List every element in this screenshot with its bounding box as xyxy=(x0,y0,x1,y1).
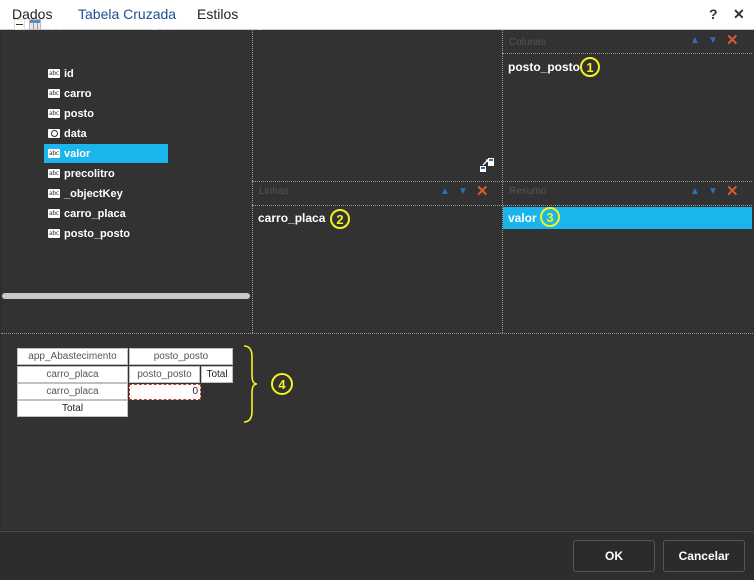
text-field-icon: abc xyxy=(48,89,60,98)
divider xyxy=(1,333,753,334)
preview-source-cell[interactable]: app_Abastecimento xyxy=(17,348,128,365)
text-field-icon: abc xyxy=(48,109,60,118)
move-down-icon[interactable]: ▼ xyxy=(458,187,468,197)
field-id[interactable]: abc id xyxy=(44,64,168,83)
tree-root-node[interactable]: app_Abastecimento [app.Abastecimento] xyxy=(14,17,261,31)
text-field-icon: abc xyxy=(48,189,60,198)
callout-badge: 2 xyxy=(330,209,350,229)
collapse-icon[interactable] xyxy=(14,18,25,30)
divider xyxy=(252,205,752,206)
text-field-icon: abc xyxy=(48,69,60,78)
summary-zone-toolbar: ▲ ▼ ✕ xyxy=(690,184,739,199)
summary-zone-title: Resumo xyxy=(509,186,547,197)
remove-icon[interactable]: ✕ xyxy=(726,184,739,199)
field-posto[interactable]: abc posto xyxy=(44,104,168,123)
move-down-icon[interactable]: ▼ xyxy=(708,36,718,46)
field-label: _objectKey xyxy=(64,187,123,200)
preview-column-header-cell[interactable]: posto_posto xyxy=(129,348,233,365)
field-label: data xyxy=(64,127,87,140)
swap-icon[interactable] xyxy=(479,157,495,173)
field-precolitro[interactable]: abc precolitro xyxy=(44,164,168,183)
move-up-icon[interactable]: ▲ xyxy=(690,36,700,46)
field-label: posto xyxy=(64,107,94,120)
text-field-icon: abc xyxy=(48,149,60,158)
preview-row-header-cell[interactable]: carro_placa xyxy=(17,366,128,383)
zone-item-label: valor xyxy=(508,211,537,225)
divider xyxy=(252,181,752,182)
date-field-icon xyxy=(48,129,60,138)
rows-zone-title: Linhas xyxy=(259,186,289,197)
field-label: carro_placa xyxy=(64,207,126,220)
preview-row-total-cell[interactable]: Total xyxy=(17,400,128,417)
columns-zone-title: Colunas xyxy=(509,37,546,48)
preview-column-value-cell[interactable]: posto_posto xyxy=(129,366,200,383)
preview-row-value-cell[interactable]: carro_placa xyxy=(17,383,128,400)
field-carro[interactable]: abc carro xyxy=(44,84,168,103)
rows-zone-toolbar: ▲ ▼ ✕ xyxy=(440,184,489,199)
move-up-icon[interactable]: ▲ xyxy=(440,187,450,197)
remove-icon[interactable]: ✕ xyxy=(726,33,739,48)
tree-scrollbar[interactable] xyxy=(2,293,250,299)
callout-badge: 3 xyxy=(540,207,560,227)
field-carro-placa[interactable]: abc carro_placa xyxy=(44,204,168,223)
move-up-icon[interactable]: ▲ xyxy=(690,187,700,197)
table-icon xyxy=(29,18,41,30)
preview-data-cell[interactable]: 0 xyxy=(129,384,201,400)
callout-badge: 4 xyxy=(271,373,293,395)
zone-item-label: carro_placa xyxy=(258,211,326,225)
tree-root-label: app_Abastecimento [app.Abastecimento] xyxy=(45,18,262,30)
field-label: posto_posto xyxy=(64,227,130,240)
columns-zone-toolbar: ▲ ▼ ✕ xyxy=(690,33,739,48)
help-button[interactable]: ? xyxy=(709,6,718,22)
brace-icon xyxy=(243,345,257,423)
zone-item-label: posto_posto xyxy=(508,60,580,74)
field-label: carro xyxy=(64,87,92,100)
text-field-icon: abc xyxy=(48,169,60,178)
text-field-icon: abc xyxy=(48,229,60,238)
ok-button[interactable]: OK xyxy=(573,540,655,572)
callout-badge: 1 xyxy=(580,57,600,77)
field-label: id xyxy=(64,67,74,80)
field-posto-posto[interactable]: abc posto_posto xyxy=(44,224,168,243)
cancel-button[interactable]: Cancelar xyxy=(663,540,745,572)
field-label: valor xyxy=(64,147,91,160)
preview-column-total-cell[interactable]: Total xyxy=(201,366,233,383)
columns-zone-item[interactable]: posto_posto xyxy=(503,56,751,78)
dialog-footer: OK Cancelar xyxy=(0,531,754,580)
text-field-icon: abc xyxy=(48,209,60,218)
field-data[interactable]: data xyxy=(44,124,168,143)
field-valor[interactable]: abc valor xyxy=(44,144,168,163)
field-label: precolitro xyxy=(64,167,115,180)
close-button[interactable]: ✕ xyxy=(733,6,745,23)
move-down-icon[interactable]: ▼ xyxy=(708,187,718,197)
divider xyxy=(502,53,752,54)
remove-icon[interactable]: ✕ xyxy=(476,184,489,199)
rows-zone-item[interactable]: carro_placa xyxy=(253,207,501,229)
field-objectkey[interactable]: abc _objectKey xyxy=(44,184,168,203)
